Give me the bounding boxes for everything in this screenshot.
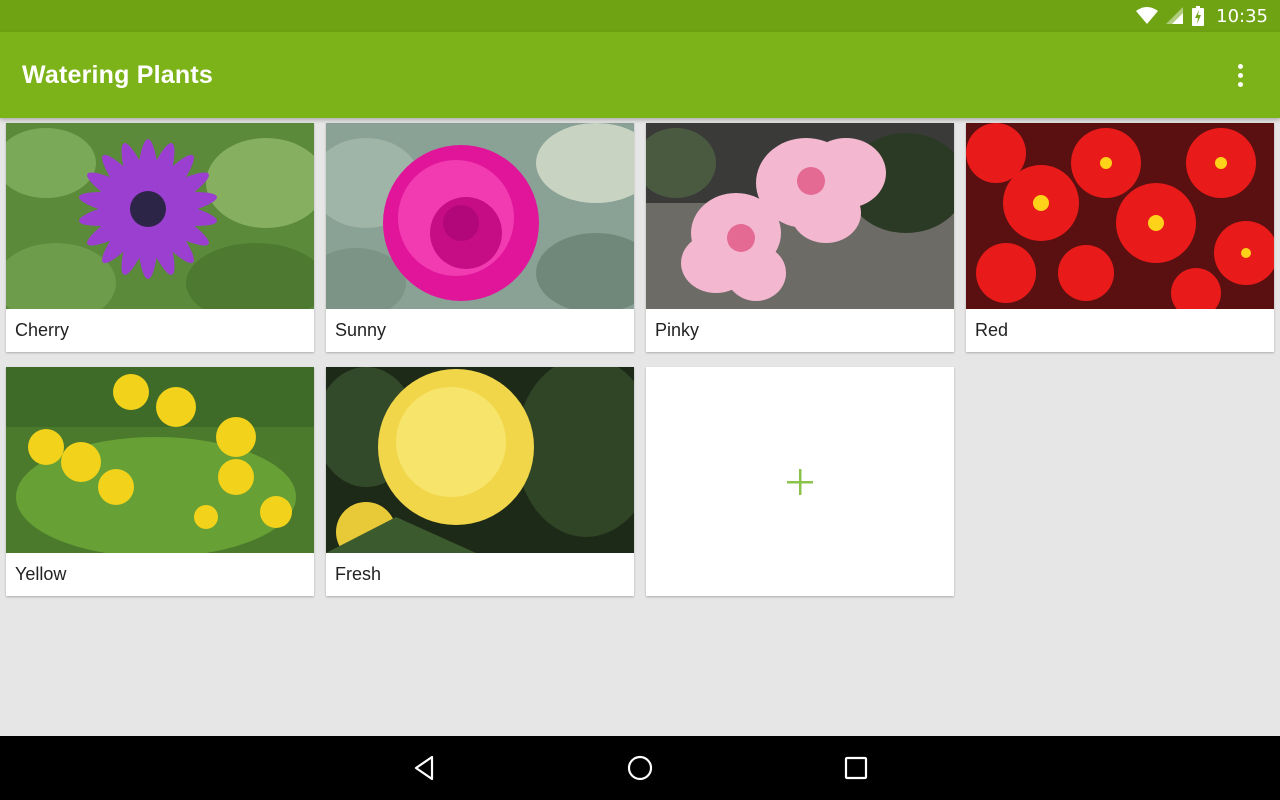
plant-card-pinky[interactable]: Pinky bbox=[646, 123, 954, 352]
status-icons: 10:35 bbox=[1136, 6, 1268, 27]
plant-grid: Cherry Sunny Pinky Red Yellow Fresh bbox=[6, 123, 1274, 596]
plant-card-fresh[interactable]: Fresh bbox=[326, 367, 634, 596]
overflow-menu-icon[interactable] bbox=[1222, 57, 1258, 93]
home-icon[interactable] bbox=[622, 750, 658, 786]
back-icon[interactable] bbox=[406, 750, 442, 786]
plant-image-pinky bbox=[646, 123, 954, 309]
clock: 10:35 bbox=[1216, 5, 1268, 27]
battery-charging-icon bbox=[1192, 6, 1205, 26]
plant-image-yellow bbox=[6, 367, 314, 553]
recents-icon[interactable] bbox=[838, 750, 874, 786]
navigation-bar bbox=[0, 736, 1280, 800]
app-title: Watering Plants bbox=[22, 60, 213, 89]
plant-image-sunny bbox=[326, 123, 634, 309]
add-plant-button[interactable] bbox=[646, 367, 954, 596]
plant-card-cherry[interactable]: Cherry bbox=[6, 123, 314, 352]
plant-card-sunny[interactable]: Sunny bbox=[326, 123, 634, 352]
plant-card-red[interactable]: Red bbox=[966, 123, 1274, 352]
plant-name: Pinky bbox=[655, 320, 700, 340]
wifi-icon bbox=[1136, 7, 1159, 24]
status-bar: 10:35 bbox=[0, 0, 1280, 32]
plant-name: Cherry bbox=[15, 320, 70, 340]
plus-icon bbox=[787, 468, 813, 495]
plant-image-fresh bbox=[326, 367, 634, 553]
plant-image-red bbox=[966, 123, 1274, 309]
plant-image-cherry bbox=[6, 123, 314, 309]
plant-name: Red bbox=[975, 320, 1009, 340]
cell-signal-icon bbox=[1166, 7, 1184, 24]
plant-name: Fresh bbox=[335, 564, 382, 584]
app-bar: Watering Plants bbox=[0, 32, 1280, 118]
plant-name: Yellow bbox=[15, 564, 67, 584]
plant-card-yellow[interactable]: Yellow bbox=[6, 367, 314, 596]
plant-name: Sunny bbox=[335, 320, 387, 340]
